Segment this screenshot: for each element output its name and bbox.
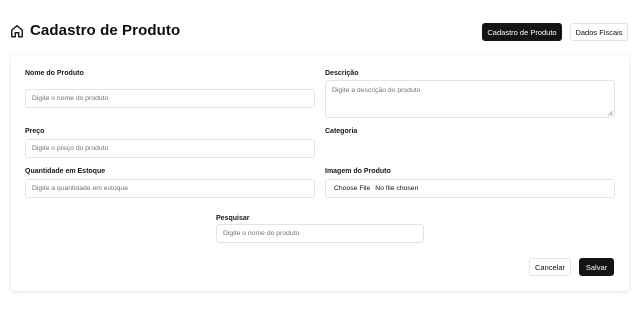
- imagem-file-input[interactable]: Choose File No file chosen: [325, 179, 615, 198]
- product-form-card: Nome do Produto Digite o nome do produto…: [11, 55, 629, 291]
- descricao-placeholder: Digite a descrição do produto: [332, 87, 421, 94]
- preco-label: Preço: [25, 128, 45, 135]
- quantidade-input[interactable]: Digite a quantidade em estoque: [25, 179, 315, 198]
- nome-produto-input[interactable]: Digite o nome do produto: [25, 89, 315, 108]
- nome-produto-label: Nome do Produto: [25, 70, 84, 77]
- imagem-label: Imagem do Produto: [325, 168, 391, 175]
- page-title: Cadastro de Produto: [30, 22, 181, 39]
- pesquisar-input[interactable]: Digite o nome do produto: [216, 224, 424, 243]
- tab-dados-fiscais[interactable]: Dados Fiscais: [570, 23, 628, 41]
- tab-cadastro-produto[interactable]: Cadastro de Produto: [482, 23, 562, 41]
- save-button[interactable]: Salvar: [579, 258, 614, 276]
- resize-grip-icon[interactable]: [608, 111, 613, 116]
- file-status: No file chosen: [375, 185, 419, 192]
- preco-input[interactable]: Digite o preço do produto: [25, 139, 315, 158]
- home-icon: [11, 25, 23, 38]
- quantidade-label: Quantidade em Estoque: [25, 168, 106, 175]
- pesquisar-label: Pesquisar: [216, 215, 250, 222]
- cancel-button[interactable]: Cancelar: [529, 258, 571, 276]
- page-header: Cadastro de Produto Cadastro de Produto …: [0, 0, 640, 60]
- descricao-label: Descrição: [325, 70, 359, 77]
- descricao-textarea[interactable]: Digite a descrição do produto: [325, 80, 615, 118]
- choose-file-button[interactable]: Choose File: [334, 185, 370, 192]
- categoria-label: Categoria: [325, 128, 358, 135]
